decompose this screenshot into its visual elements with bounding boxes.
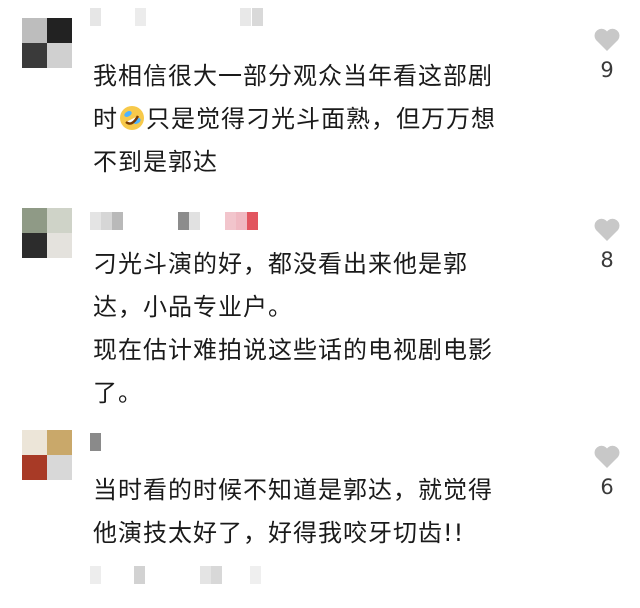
comment-line: 不到是郭达 xyxy=(93,148,218,176)
like-button[interactable]: 9 xyxy=(587,27,627,82)
like-button[interactable]: 6 xyxy=(587,444,627,499)
comment-line: 刁光斗演的好，都没看出来他是郭 xyxy=(93,250,468,278)
comment-line: 达，小品专业户。 xyxy=(93,293,293,321)
comment-line: 他演技太好了，好得我咬牙切齿!! xyxy=(93,519,465,547)
heart-icon xyxy=(594,445,620,468)
comment-line: 当时看的时候不知道是郭达，就觉得 xyxy=(93,476,493,504)
heart-icon xyxy=(594,218,620,241)
like-count: 6 xyxy=(600,475,614,499)
avatar[interactable] xyxy=(22,18,72,68)
comment-line: 我相信很大一部分观众当年看这部剧 xyxy=(93,62,493,90)
like-count: 9 xyxy=(600,58,614,82)
rolling-on-floor-laughing-emoji xyxy=(120,106,144,130)
comment-line: 现在估计难拍说这些话的电视剧电影 xyxy=(93,336,493,364)
comment-line: 了。 xyxy=(93,379,143,407)
heart-icon xyxy=(594,28,620,51)
avatar[interactable] xyxy=(22,430,72,480)
comment-text: 我相信很大一部分观众当年看这部剧 时只是觉得刁光斗面熟，但万万想 不到是郭达 xyxy=(93,55,573,184)
comment-text: 当时看的时候不知道是郭达，就觉得 他演技太好了，好得我咬牙切齿!! xyxy=(93,469,573,555)
like-count: 8 xyxy=(600,248,614,272)
like-button[interactable]: 8 xyxy=(587,217,627,272)
comment-text: 刁光斗演的好，都没看出来他是郭 达，小品专业户。 现在估计难拍说这些话的电视剧电… xyxy=(93,243,573,415)
comment-line: 时只是觉得刁光斗面熟，但万万想 xyxy=(93,105,496,133)
avatar[interactable] xyxy=(22,208,72,258)
